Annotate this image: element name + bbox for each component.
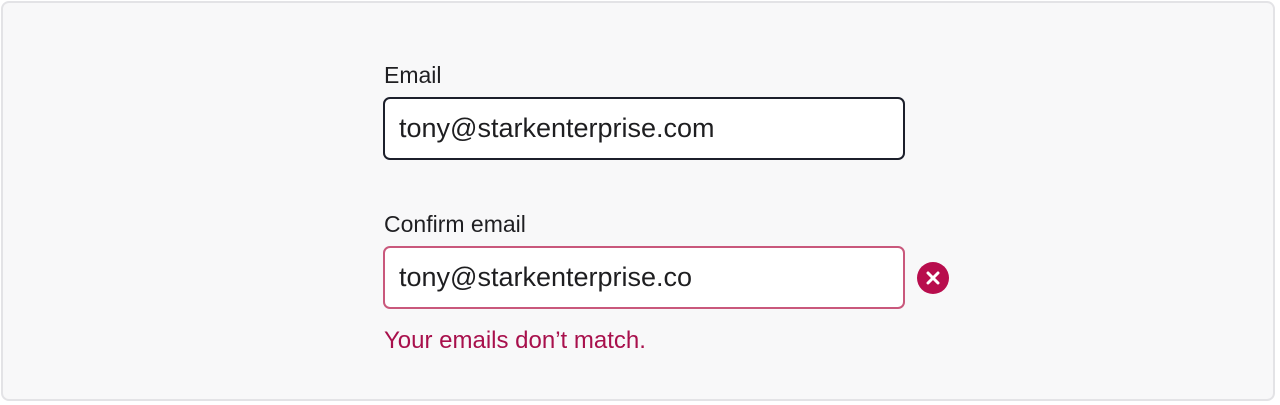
email-row <box>383 97 983 160</box>
email-label: Email <box>384 62 442 88</box>
email-confirmation-form: Email Confirm email Your emails don’t ma… <box>383 61 983 356</box>
confirm-email-field-group: Confirm email Your emails don’t match. <box>383 210 983 356</box>
email-field-group: Email <box>383 61 983 160</box>
confirm-email-row <box>383 246 983 309</box>
confirm-email-input[interactable] <box>383 246 905 309</box>
email-input[interactable] <box>383 97 905 160</box>
error-circle-x-icon <box>917 262 949 294</box>
x-mark-icon <box>926 271 940 285</box>
form-panel: Email Confirm email Your emails don’t ma… <box>1 1 1275 401</box>
confirm-email-label: Confirm email <box>384 211 526 237</box>
error-message: Your emails don’t match. <box>384 327 646 354</box>
